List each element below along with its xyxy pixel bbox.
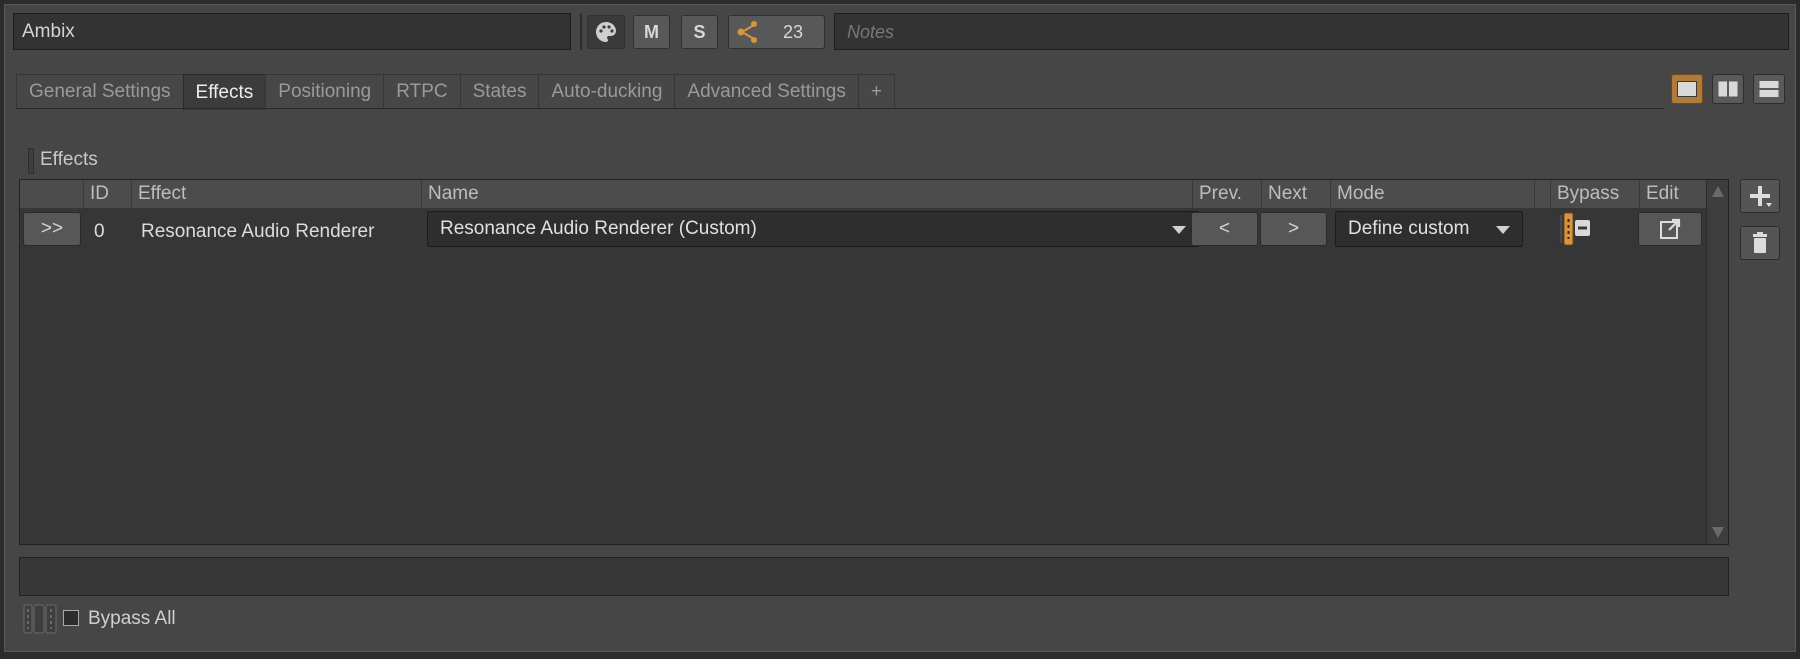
bypass-toggle-icon	[1558, 212, 1590, 246]
column-header-id[interactable]: ID	[84, 180, 132, 208]
column-header-bypass[interactable]: Bypass	[1551, 180, 1640, 208]
single-pane-icon	[1677, 81, 1697, 97]
effect-bypass-toggle[interactable]	[1555, 211, 1595, 247]
tab-general-settings[interactable]: General Settings	[16, 74, 184, 109]
tab-bar: General Settings Effects Positioning RTP…	[16, 74, 895, 110]
column-header-name[interactable]: Name	[422, 180, 1193, 208]
tab-positioning[interactable]: Positioning	[265, 74, 385, 109]
share-icon	[737, 21, 757, 43]
column-header-mode[interactable]: Mode	[1331, 180, 1535, 208]
chevron-down-icon	[1172, 226, 1186, 234]
add-effect-button[interactable]	[1740, 179, 1780, 213]
column-header-effect[interactable]: Effect	[132, 180, 422, 208]
tab-underline	[16, 108, 1664, 109]
tab-states[interactable]: States	[459, 74, 540, 109]
tab-rtpc[interactable]: RTPC	[383, 74, 461, 109]
trash-icon	[1753, 232, 1767, 253]
section-collapse-marker[interactable]	[28, 148, 34, 174]
toolbar-divider	[580, 13, 582, 50]
notes-field[interactable]: Notes	[834, 13, 1789, 50]
section-title: Effects	[40, 149, 98, 170]
tab-effects[interactable]: Effects	[182, 74, 267, 110]
color-picker-button[interactable]	[587, 15, 625, 49]
split-vertical-icon	[1718, 81, 1738, 97]
effect-name-dropdown[interactable]: Resonance Audio Renderer (Custom)	[427, 211, 1199, 247]
palette-icon	[596, 22, 616, 42]
delete-effect-button[interactable]	[1740, 226, 1780, 260]
effect-description-bar	[19, 557, 1729, 596]
split-horizontal-layout-button[interactable]	[1753, 74, 1785, 104]
chevron-down-icon	[1496, 226, 1510, 234]
effect-id: 0	[94, 221, 105, 242]
bypass-all-checkbox[interactable]	[63, 610, 79, 626]
tab-auto-ducking[interactable]: Auto-ducking	[538, 74, 676, 109]
column-header-spacer	[1535, 180, 1551, 208]
tab-advanced-settings[interactable]: Advanced Settings	[674, 74, 859, 109]
plus-icon	[1750, 186, 1772, 207]
mute-button[interactable]: M	[633, 15, 670, 49]
column-header-edit[interactable]: Edit	[1640, 180, 1707, 208]
column-header-next[interactable]: Next	[1262, 180, 1331, 208]
expand-row-button[interactable]: >>	[23, 212, 81, 246]
mode-dropdown[interactable]: Define custom	[1335, 211, 1523, 247]
references-button[interactable]: 23	[728, 15, 825, 49]
single-view-layout-button[interactable]	[1671, 74, 1703, 104]
scroll-up-icon[interactable]	[1712, 186, 1724, 197]
add-tab-button[interactable]: +	[857, 74, 895, 109]
effect-name-value: Resonance Audio Renderer (Custom)	[440, 218, 757, 239]
open-external-icon	[1660, 218, 1681, 239]
solo-button[interactable]: S	[681, 15, 718, 49]
column-header-prev[interactable]: Prev.	[1193, 180, 1262, 208]
bypass-all-icon	[22, 604, 58, 634]
object-name-field[interactable]: Ambix	[13, 13, 571, 50]
scroll-down-icon[interactable]	[1712, 527, 1724, 538]
effect-type: Resonance Audio Renderer	[141, 221, 375, 242]
table-scrollbar[interactable]	[1706, 180, 1728, 544]
bypass-all-label[interactable]: Bypass All	[88, 608, 176, 630]
split-vertical-layout-button[interactable]	[1712, 74, 1744, 104]
split-horizontal-icon	[1759, 81, 1779, 97]
effects-table: ID Effect Name Prev. Next Mode Bypass Ed…	[19, 179, 1729, 545]
edit-effect-button[interactable]	[1638, 212, 1702, 246]
reference-count: 23	[783, 21, 804, 42]
column-header-expand	[20, 180, 84, 208]
next-effect-button[interactable]: >	[1260, 212, 1327, 246]
previous-effect-button[interactable]: <	[1191, 212, 1258, 246]
mode-value: Define custom	[1348, 218, 1470, 239]
